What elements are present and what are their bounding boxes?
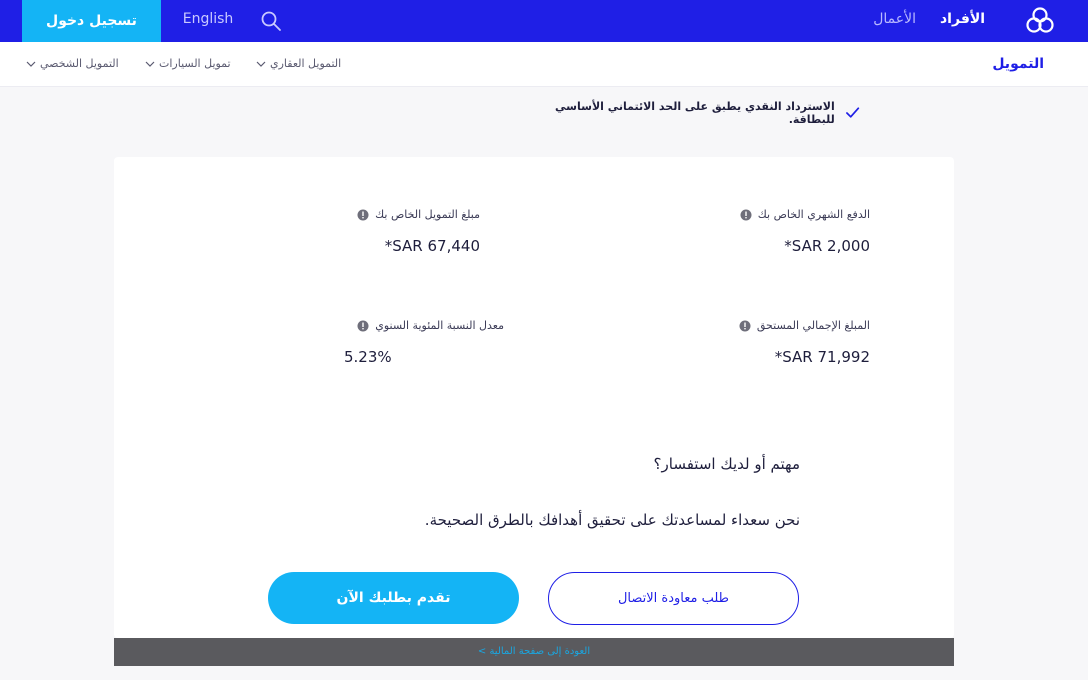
monthly-payment-label: الدفع الشهري الخاص بك bbox=[757, 208, 870, 221]
total-due-label-row: المبلغ الإجمالي المستحق bbox=[739, 319, 870, 332]
chevron-down-icon bbox=[26, 61, 36, 67]
finance-summary-card: الدفع الشهري الخاص بك *SAR 2,000 مبلغ ال… bbox=[114, 157, 954, 638]
checkmark-icon bbox=[845, 107, 859, 118]
subnav-item-label: تمويل السيارات bbox=[159, 57, 231, 70]
subnav-item-label: التمويل العقاري bbox=[270, 57, 342, 70]
subnav-item-personal[interactable]: التمويل الشخصي bbox=[26, 57, 119, 70]
subnav-item-mortgage[interactable]: التمويل العقاري bbox=[256, 57, 341, 70]
chevron-down-icon bbox=[256, 61, 266, 67]
back-to-finance-bar: العودة إلى صفحة المالية > bbox=[114, 638, 954, 666]
subnav-title[interactable]: التمويل bbox=[980, 56, 1044, 72]
request-callback-button[interactable]: طلب معاودة الاتصال bbox=[548, 572, 799, 625]
feature-item: الاسترداد النقدي يطبق على الحد الائتماني… bbox=[520, 100, 860, 126]
info-icon[interactable] bbox=[357, 320, 369, 332]
apr-value-text: 5.23% bbox=[344, 348, 392, 366]
bank-logo-icon[interactable] bbox=[1024, 6, 1056, 36]
finance-amount-label-row: مبلغ التمويل الخاص بك bbox=[357, 208, 480, 221]
subnav-item-auto[interactable]: تمويل السيارات bbox=[145, 57, 231, 70]
apply-now-button[interactable]: تقدم بطلبك الآن bbox=[268, 572, 519, 624]
info-icon[interactable] bbox=[357, 209, 369, 221]
enquiry-subtitle: نحن سعداء لمساعدتك على تحقيق أهدافك بالط… bbox=[424, 511, 800, 529]
total-due-value: *SAR 71,992 bbox=[774, 348, 870, 366]
nav-business[interactable]: الأعمال bbox=[860, 11, 916, 27]
chevron-down-icon bbox=[145, 61, 155, 67]
subnav-item-label: التمويل الشخصي bbox=[40, 57, 119, 70]
info-icon[interactable] bbox=[740, 209, 752, 221]
finance-amount-value: *SAR 67,440 bbox=[384, 237, 480, 255]
enquiry-title: مهتم أو لديك استفسار؟ bbox=[653, 455, 800, 473]
apr-label: معدل النسبة المئوية السنوي bbox=[375, 319, 504, 332]
feature-text: الاسترداد النقدي يطبق على الحد الائتماني… bbox=[555, 100, 835, 126]
finance-amount: مبلغ التمويل الخاص بك *SAR 67,440 bbox=[357, 208, 480, 255]
monthly-payment: الدفع الشهري الخاص بك *SAR 2,000 bbox=[740, 208, 870, 255]
total-due: المبلغ الإجمالي المستحق *SAR 71,992 bbox=[739, 319, 870, 366]
apr-label-row: معدل النسبة المئوية السنوي bbox=[344, 319, 504, 332]
apr: معدل النسبة المئوية السنوي 5.23% bbox=[344, 319, 504, 366]
monthly-payment-label-row: الدفع الشهري الخاص بك bbox=[740, 208, 870, 221]
monthly-payment-value: *SAR 2,000 bbox=[784, 237, 870, 255]
info-icon[interactable] bbox=[739, 320, 751, 332]
login-button[interactable]: تسجيل دخول bbox=[22, 0, 161, 42]
total-due-label: المبلغ الإجمالي المستحق bbox=[756, 319, 870, 332]
finance-subnav: التمويل التمويل العقاري تمويل السيارات ا… bbox=[0, 42, 1088, 87]
language-toggle[interactable]: English bbox=[176, 11, 240, 27]
finance-amount-label: مبلغ التمويل الخاص بك bbox=[375, 208, 480, 221]
back-to-finance-link[interactable]: العودة إلى صفحة المالية > bbox=[478, 646, 590, 657]
top-bar: الأفراد الأعمال English تسجيل دخول bbox=[0, 0, 1088, 42]
search-icon[interactable] bbox=[260, 10, 282, 32]
nav-individuals[interactable]: الأفراد bbox=[940, 11, 985, 27]
apr-value: 5.23% bbox=[344, 348, 504, 366]
